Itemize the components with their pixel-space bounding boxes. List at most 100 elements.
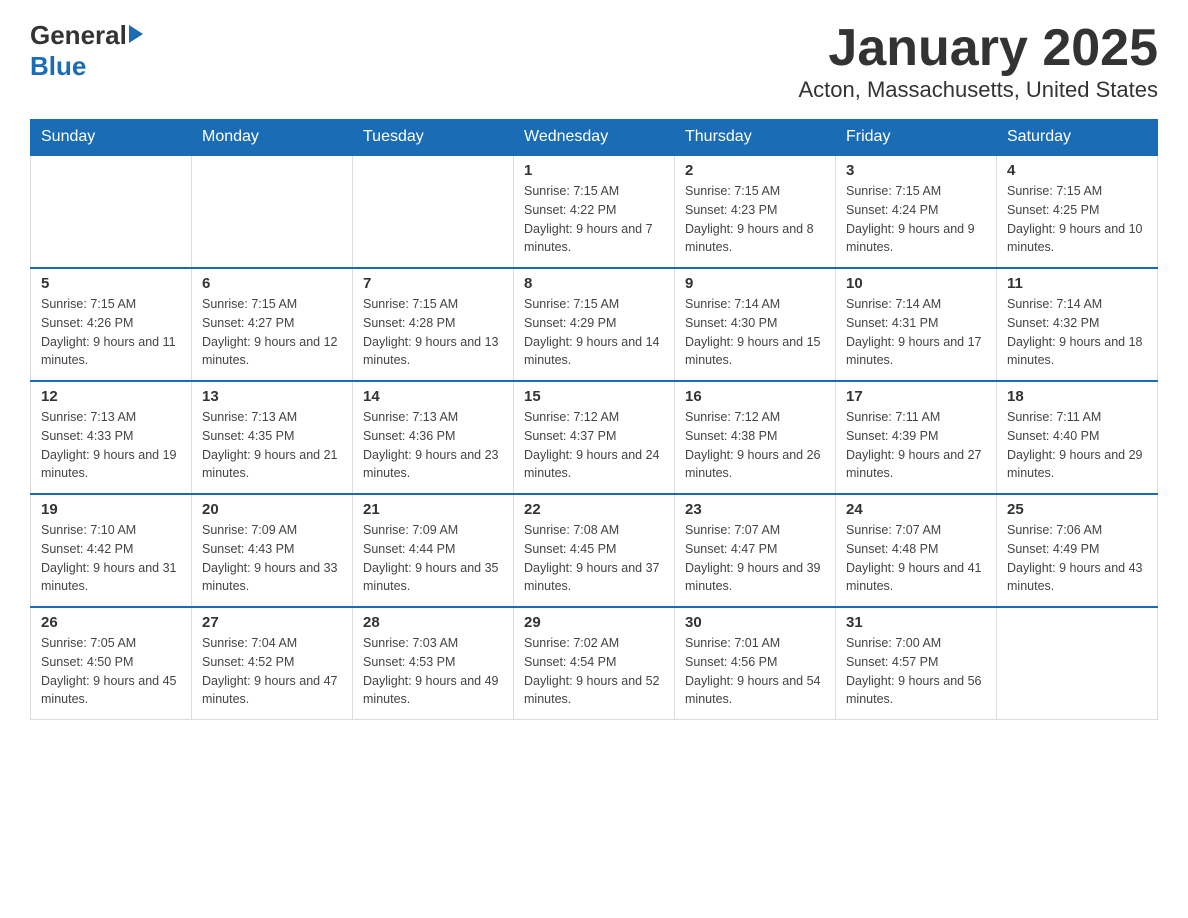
day-info: Sunrise: 7:15 AM Sunset: 4:27 PM Dayligh…: [202, 295, 342, 370]
calendar-cell: 24Sunrise: 7:07 AM Sunset: 4:48 PM Dayli…: [836, 494, 997, 607]
day-number: 21: [363, 501, 503, 518]
day-info: Sunrise: 7:14 AM Sunset: 4:32 PM Dayligh…: [1007, 295, 1147, 370]
calendar-cell: 26 Sunrise: 7:05 AM Sunset: 4:50 PM Dayli…: [31, 607, 192, 720]
day-info: Sunrise: 7:02 AM Sunset: 4:54 PM Dayligh…: [524, 634, 664, 709]
day-info: Sunrise: 7:11 AM Sunset: 4:40 PM Dayligh…: [1007, 408, 1147, 483]
day-info: Sunrise: 7:14 AM Sunset: 4:31 PM Dayligh…: [846, 295, 986, 370]
calendar-table: SundayMondayTuesdayWednesdayThursdayFrid…: [30, 119, 1158, 720]
day-number: 17: [846, 388, 986, 405]
day-info: Sunrise: 7:00 AM Sunset: 4:57 PM Dayligh…: [846, 634, 986, 709]
calendar-cell: 13Sunrise: 7:13 AM Sunset: 4:35 PM Dayli…: [192, 381, 353, 494]
day-info: Sunrise: 7:14 AM Sunset: 4:30 PM Dayligh…: [685, 295, 825, 370]
day-number: 10: [846, 275, 986, 292]
day-number: 6: [202, 275, 342, 292]
calendar-cell: 28 Sunrise: 7:03 AM Sunset: 4:53 PM Dayli…: [353, 607, 514, 720]
day-header-sunday: Sunday: [31, 120, 192, 156]
day-number: 5: [41, 275, 181, 292]
logo: General Blue: [30, 20, 145, 82]
logo-blue-text: Blue: [30, 51, 86, 82]
day-info: Sunrise: 7:05 AM Sunset: 4:50 PM Dayligh…: [41, 634, 181, 709]
day-number: 30: [685, 614, 825, 631]
day-info: Sunrise: 7:03 AM Sunset: 4:53 PM Dayligh…: [363, 634, 503, 709]
calendar-cell: 25 Sunrise: 7:06 AM Sunset: 4:49 PM Dayli…: [997, 494, 1158, 607]
day-number: 25: [1007, 501, 1147, 518]
day-number: 28: [363, 614, 503, 631]
day-header-friday: Friday: [836, 120, 997, 156]
logo-triangle-icon: [129, 25, 143, 43]
calendar-cell: 31 Sunrise: 7:00 AM Sunset: 4:57 PM Dayli…: [836, 607, 997, 720]
calendar-header-row: SundayMondayTuesdayWednesdayThursdayFrid…: [31, 120, 1158, 156]
calendar-cell: 10 Sunrise: 7:14 AM Sunset: 4:31 PM Dayli…: [836, 268, 997, 381]
day-info: Sunrise: 7:09 AM Sunset: 4:44 PM Dayligh…: [363, 521, 503, 596]
day-number: 22: [524, 501, 664, 518]
day-info: Sunrise: 7:13 AM Sunset: 4:33 PM Dayligh…: [41, 408, 181, 483]
title-block: January 2025 Acton, Massachusetts, Unite…: [798, 20, 1158, 103]
calendar-cell: 16Sunrise: 7:12 AM Sunset: 4:38 PM Dayli…: [675, 381, 836, 494]
calendar-cell: 15 Sunrise: 7:12 AM Sunset: 4:37 PM Dayli…: [514, 381, 675, 494]
calendar-cell: 23Sunrise: 7:07 AM Sunset: 4:47 PM Dayli…: [675, 494, 836, 607]
calendar-week-row: 26 Sunrise: 7:05 AM Sunset: 4:50 PM Dayli…: [31, 607, 1158, 720]
day-info: Sunrise: 7:08 AM Sunset: 4:45 PM Dayligh…: [524, 521, 664, 596]
calendar-cell: [353, 155, 514, 268]
day-header-monday: Monday: [192, 120, 353, 156]
day-number: 23: [685, 501, 825, 518]
calendar-cell: 1 Sunrise: 7:15 AM Sunset: 4:22 PM Daylig…: [514, 155, 675, 268]
calendar-cell: 4 Sunrise: 7:15 AM Sunset: 4:25 PM Daylig…: [997, 155, 1158, 268]
day-info: Sunrise: 7:15 AM Sunset: 4:25 PM Dayligh…: [1007, 182, 1147, 257]
calendar-cell: 14 Sunrise: 7:13 AM Sunset: 4:36 PM Dayli…: [353, 381, 514, 494]
day-info: Sunrise: 7:15 AM Sunset: 4:23 PM Dayligh…: [685, 182, 825, 257]
month-title: January 2025: [798, 20, 1158, 77]
day-info: Sunrise: 7:13 AM Sunset: 4:35 PM Dayligh…: [202, 408, 342, 483]
day-info: Sunrise: 7:15 AM Sunset: 4:22 PM Dayligh…: [524, 182, 664, 257]
calendar-cell: 20 Sunrise: 7:09 AM Sunset: 4:43 PM Dayli…: [192, 494, 353, 607]
calendar-week-row: 1 Sunrise: 7:15 AM Sunset: 4:22 PM Daylig…: [31, 155, 1158, 268]
day-header-thursday: Thursday: [675, 120, 836, 156]
location-title: Acton, Massachusetts, United States: [798, 77, 1158, 103]
day-info: Sunrise: 7:12 AM Sunset: 4:38 PM Dayligh…: [685, 408, 825, 483]
day-number: 3: [846, 162, 986, 179]
day-number: 9: [685, 275, 825, 292]
day-number: 7: [363, 275, 503, 292]
day-number: 8: [524, 275, 664, 292]
day-info: Sunrise: 7:11 AM Sunset: 4:39 PM Dayligh…: [846, 408, 986, 483]
calendar-cell: 8 Sunrise: 7:15 AM Sunset: 4:29 PM Daylig…: [514, 268, 675, 381]
day-number: 1: [524, 162, 664, 179]
day-info: Sunrise: 7:10 AM Sunset: 4:42 PM Dayligh…: [41, 521, 181, 596]
calendar-cell: 18Sunrise: 7:11 AM Sunset: 4:40 PM Dayli…: [997, 381, 1158, 494]
calendar-cell: 30Sunrise: 7:01 AM Sunset: 4:56 PM Dayli…: [675, 607, 836, 720]
day-info: Sunrise: 7:12 AM Sunset: 4:37 PM Dayligh…: [524, 408, 664, 483]
calendar-cell: 6 Sunrise: 7:15 AM Sunset: 4:27 PM Daylig…: [192, 268, 353, 381]
calendar-cell: 12 Sunrise: 7:13 AM Sunset: 4:33 PM Dayli…: [31, 381, 192, 494]
day-info: Sunrise: 7:15 AM Sunset: 4:26 PM Dayligh…: [41, 295, 181, 370]
calendar-cell: 21 Sunrise: 7:09 AM Sunset: 4:44 PM Dayli…: [353, 494, 514, 607]
day-number: 26: [41, 614, 181, 631]
page-header: General Blue January 2025 Acton, Massach…: [30, 20, 1158, 103]
day-info: Sunrise: 7:15 AM Sunset: 4:29 PM Dayligh…: [524, 295, 664, 370]
day-info: Sunrise: 7:06 AM Sunset: 4:49 PM Dayligh…: [1007, 521, 1147, 596]
day-info: Sunrise: 7:09 AM Sunset: 4:43 PM Dayligh…: [202, 521, 342, 596]
day-number: 31: [846, 614, 986, 631]
day-header-tuesday: Tuesday: [353, 120, 514, 156]
day-number: 4: [1007, 162, 1147, 179]
calendar-week-row: 19 Sunrise: 7:10 AM Sunset: 4:42 PM Dayli…: [31, 494, 1158, 607]
day-info: Sunrise: 7:13 AM Sunset: 4:36 PM Dayligh…: [363, 408, 503, 483]
calendar-cell: 7 Sunrise: 7:15 AM Sunset: 4:28 PM Daylig…: [353, 268, 514, 381]
day-number: 29: [524, 614, 664, 631]
day-number: 12: [41, 388, 181, 405]
day-number: 14: [363, 388, 503, 405]
calendar-cell: 29 Sunrise: 7:02 AM Sunset: 4:54 PM Dayli…: [514, 607, 675, 720]
day-info: Sunrise: 7:04 AM Sunset: 4:52 PM Dayligh…: [202, 634, 342, 709]
calendar-week-row: 5 Sunrise: 7:15 AM Sunset: 4:26 PM Daylig…: [31, 268, 1158, 381]
day-number: 19: [41, 501, 181, 518]
day-number: 15: [524, 388, 664, 405]
calendar-cell: [192, 155, 353, 268]
day-info: Sunrise: 7:15 AM Sunset: 4:28 PM Dayligh…: [363, 295, 503, 370]
calendar-cell: 11 Sunrise: 7:14 AM Sunset: 4:32 PM Dayli…: [997, 268, 1158, 381]
calendar-cell: 5 Sunrise: 7:15 AM Sunset: 4:26 PM Daylig…: [31, 268, 192, 381]
calendar-cell: 27 Sunrise: 7:04 AM Sunset: 4:52 PM Dayli…: [192, 607, 353, 720]
day-number: 20: [202, 501, 342, 518]
day-header-wednesday: Wednesday: [514, 120, 675, 156]
day-info: Sunrise: 7:15 AM Sunset: 4:24 PM Dayligh…: [846, 182, 986, 257]
day-number: 11: [1007, 275, 1147, 292]
day-number: 27: [202, 614, 342, 631]
